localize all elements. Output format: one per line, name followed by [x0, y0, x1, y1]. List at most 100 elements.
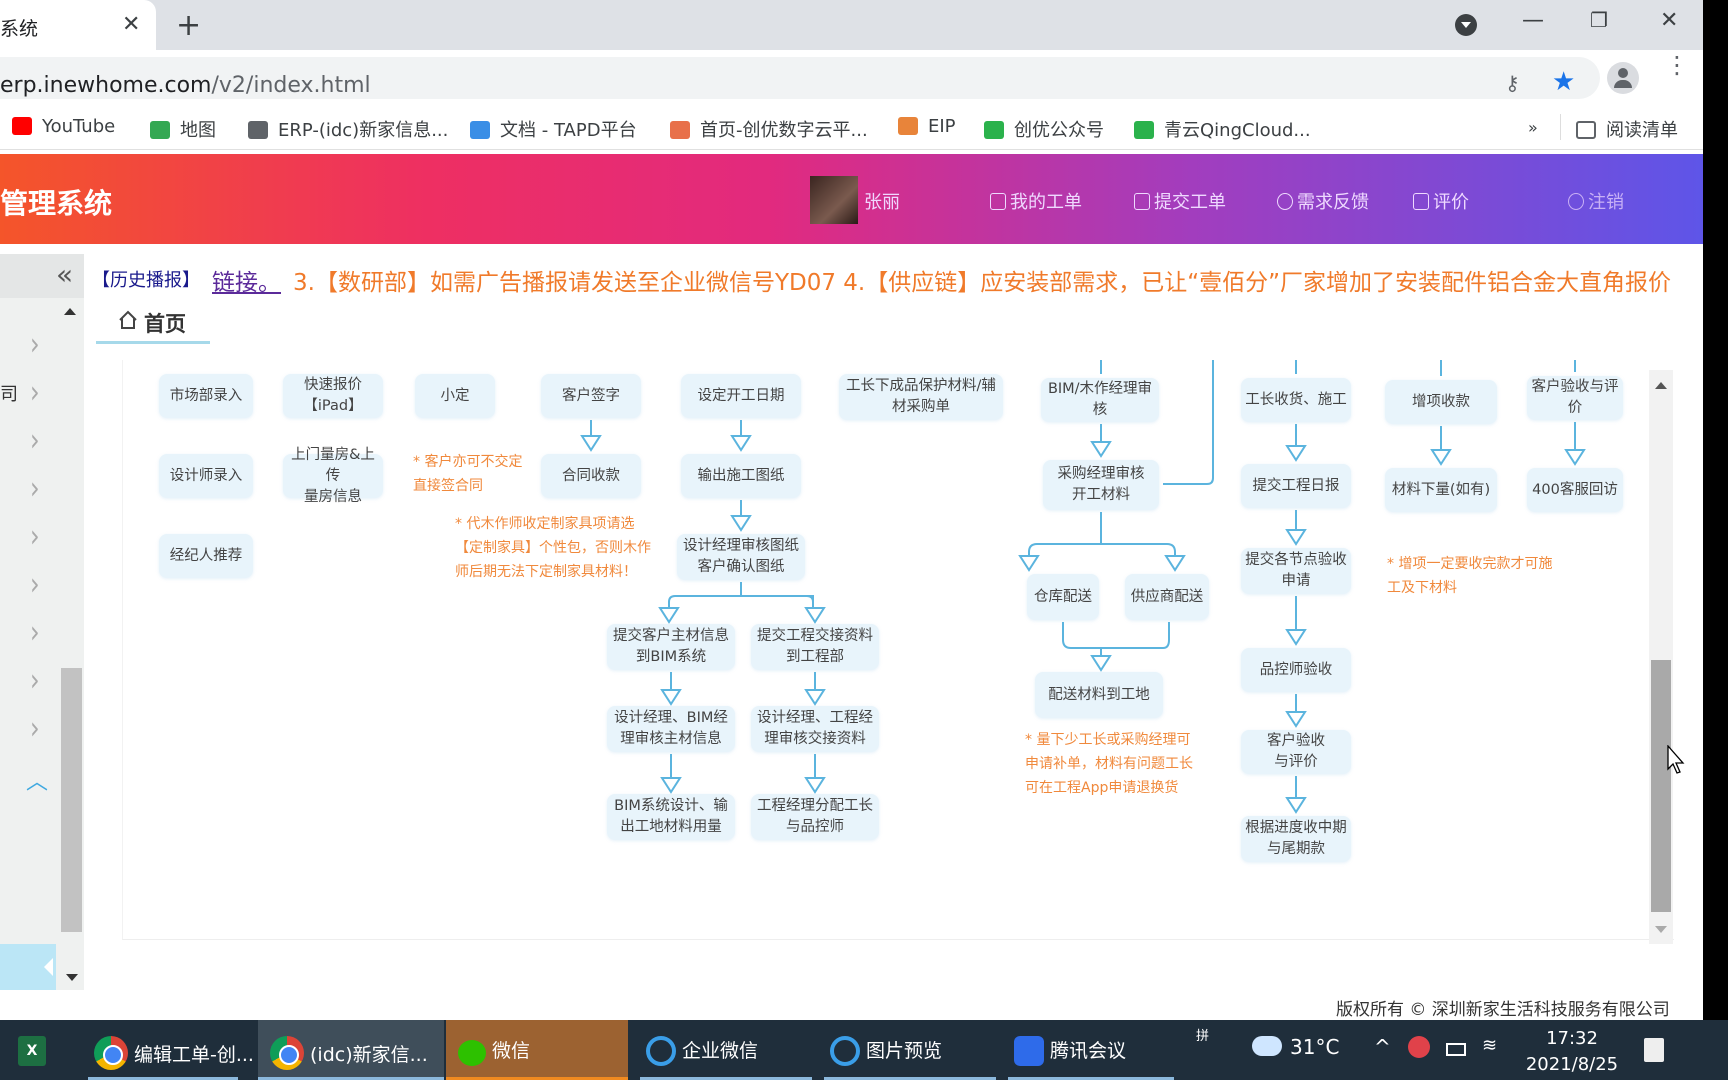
- nav-comment[interactable]: 评价: [1413, 188, 1469, 214]
- battery-icon[interactable]: [1446, 1043, 1466, 1056]
- reading-list-icon: [1576, 121, 1596, 139]
- sidebar-item[interactable]: ›: [0, 614, 50, 650]
- bookmark-item[interactable]: 文档 - TAPD平台: [470, 116, 637, 142]
- ime-indicator[interactable]: 拼: [1196, 1012, 1209, 1072]
- chevron-right-icon: ›: [30, 661, 40, 699]
- browser-tab-active[interactable]: 系统 ✕: [0, 0, 156, 50]
- clock-date: 2021/8/25: [1525, 1054, 1619, 1075]
- minimize-button[interactable]: —: [1522, 8, 1544, 33]
- flow-node: 市场部录入: [159, 374, 253, 418]
- nav-submit-ticket[interactable]: 提交工单: [1134, 188, 1226, 214]
- taskbar-image-preview[interactable]: 图片预览: [824, 1020, 996, 1080]
- tab-home[interactable]: 首页: [96, 300, 210, 344]
- taskbar-label: 图片预览: [866, 1040, 943, 1062]
- bookmark-item[interactable]: 首页-创优数字云平...: [670, 116, 868, 142]
- qingcloud-icon: [1134, 121, 1154, 139]
- flow-node: 快速报价 【iPad】: [283, 374, 383, 418]
- sidebar-item[interactable]: ›: [0, 326, 50, 362]
- flow-node: 供应商配送: [1125, 574, 1209, 620]
- bookmark-item[interactable]: EIP: [898, 116, 956, 137]
- bookmarks-divider: [1560, 114, 1561, 140]
- app-header: 管理系统 张丽 我的工单 提交工单 需求反馈 评价 注销: [0, 154, 1703, 244]
- sidebar-active-item[interactable]: [0, 944, 56, 990]
- bookmark-item[interactable]: ERP-(idc)新家信息...: [248, 116, 448, 142]
- user-name[interactable]: 张丽: [864, 188, 900, 214]
- wifi-icon[interactable]: ≋: [1482, 1020, 1497, 1080]
- flow-node: 配送材料到工地: [1035, 672, 1163, 718]
- tab-search-icon[interactable]: [1455, 14, 1477, 36]
- flow-node: 设计经理、BIM经 理审核主材信息: [607, 706, 735, 752]
- nav-feedback[interactable]: 需求反馈: [1277, 188, 1369, 214]
- close-window-button[interactable]: ✕: [1660, 8, 1678, 33]
- clock-time: 17:32: [1546, 1028, 1598, 1049]
- sidebar-item[interactable]: ›: [0, 422, 50, 458]
- sidebar-scroll-up[interactable]: [64, 308, 76, 315]
- url-field[interactable]: erp.inewhome.com/v2/index.html ⚷ ★: [0, 57, 1600, 99]
- flow-node: 材料下量(如有): [1385, 468, 1497, 512]
- wecom-icon: [646, 1036, 676, 1066]
- bookmark-item[interactable]: 青云QingCloud...: [1134, 116, 1311, 142]
- sidebar-scrollbar-thumb[interactable]: [61, 668, 82, 932]
- show-hidden-icons[interactable]: ^: [1374, 1020, 1391, 1080]
- nav-logout[interactable]: 注销: [1568, 188, 1624, 214]
- notice-tag[interactable]: 【历史播报】: [92, 266, 200, 292]
- profile-avatar-icon[interactable]: [1607, 62, 1639, 94]
- flow-node: 工程经理分配工长 与品控师: [751, 794, 879, 840]
- flow-node: 根据进度收中期 与尾期款: [1241, 816, 1351, 862]
- bookmark-item[interactable]: YouTube: [12, 116, 115, 137]
- taskbar-wecom[interactable]: 企业微信: [640, 1020, 812, 1080]
- content-scrollbar[interactable]: [1649, 370, 1673, 944]
- chevron-up-icon[interactable]: ︿: [26, 764, 48, 796]
- sidebar-item[interactable]: ›: [0, 470, 50, 506]
- flow-node: 采购经理审核 开工材料: [1043, 460, 1159, 510]
- password-key-icon[interactable]: ⚷: [1505, 71, 1520, 95]
- new-tab-button[interactable]: +: [176, 8, 201, 43]
- close-tab-icon[interactable]: ✕: [122, 12, 140, 37]
- restore-button[interactable]: ❐: [1590, 8, 1608, 32]
- browser-menu-icon[interactable]: ⋮: [1665, 53, 1689, 77]
- app-tray-icon[interactable]: [1408, 1036, 1430, 1058]
- scroll-up-arrow[interactable]: [1655, 382, 1667, 389]
- taskbar-wechat[interactable]: 微信: [446, 1020, 628, 1080]
- notification-center-icon[interactable]: [1644, 1038, 1664, 1062]
- nav-my-tickets[interactable]: 我的工单: [990, 188, 1082, 214]
- flow-node: 仓库配送: [1027, 574, 1099, 620]
- flow-node: 客户验收与评 价: [1527, 376, 1623, 420]
- notice-message: 3.【数研部】如需广告播报请发送至企业微信号YD07 4.【供应链】应安装部需求…: [293, 270, 1672, 296]
- sidebar-item[interactable]: 司 ›: [0, 374, 50, 410]
- globe-icon: [248, 121, 268, 139]
- clock[interactable]: 17:32 2021/8/25: [1522, 1020, 1622, 1080]
- sidebar-item[interactable]: ›: [0, 662, 50, 698]
- user-avatar[interactable]: [810, 176, 858, 224]
- sidebar-item[interactable]: ›: [0, 566, 50, 602]
- weather-widget[interactable]: 31°C: [1252, 1020, 1339, 1080]
- nav-label: 我的工单: [1010, 192, 1082, 213]
- scroll-down-arrow[interactable]: [1655, 926, 1667, 933]
- sidebar-scroll-down[interactable]: [66, 974, 78, 981]
- bookmark-item[interactable]: 创优公众号: [984, 116, 1104, 142]
- reading-list-button[interactable]: 阅读清单: [1576, 116, 1678, 142]
- url-path: /v2/index.html: [211, 73, 371, 98]
- taskbar-tencent-meeting[interactable]: 腾讯会议: [1008, 1020, 1174, 1080]
- arrow-head-icon: [730, 435, 752, 452]
- bookmark-star-icon[interactable]: ★: [1552, 67, 1575, 97]
- sidebar-item[interactable]: ›: [0, 710, 50, 746]
- flow-note: * 增项一定要收完款才可施 工及下材料: [1387, 556, 1553, 596]
- bookmark-item[interactable]: 地图: [150, 116, 216, 142]
- taskbar-chrome-2[interactable]: (idc)新家信...: [258, 1020, 444, 1080]
- collapse-sidebar-icon[interactable]: «: [56, 258, 73, 291]
- more-bookmarks-button[interactable]: »: [1528, 118, 1538, 137]
- sidebar-item[interactable]: ›: [0, 518, 50, 554]
- notice-link[interactable]: 链接。: [212, 263, 281, 297]
- taskbar-label: 微信: [492, 1040, 531, 1062]
- arrow-head-icon: [1090, 441, 1112, 458]
- reading-list-label: 阅读清单: [1606, 120, 1678, 141]
- wechat-icon: [458, 1040, 486, 1066]
- taskbar-chrome-1[interactable]: 编辑工单-创...: [88, 1020, 254, 1080]
- flow-note: * 客户亦可不交定 直接签合同: [413, 454, 523, 494]
- flowchart-panel: 市场部录入 设计师录入 经纪人推荐 快速报价 【iPad】 上门量房&上传 量房信息 小定…: [122, 360, 1674, 940]
- flow-node: 提交客户主材信息 到BIM系统: [607, 624, 735, 670]
- content-scrollbar-thumb[interactable]: [1651, 660, 1671, 912]
- flow-connector: [1100, 360, 1576, 376]
- taskbar-excel[interactable]: X: [18, 1020, 68, 1080]
